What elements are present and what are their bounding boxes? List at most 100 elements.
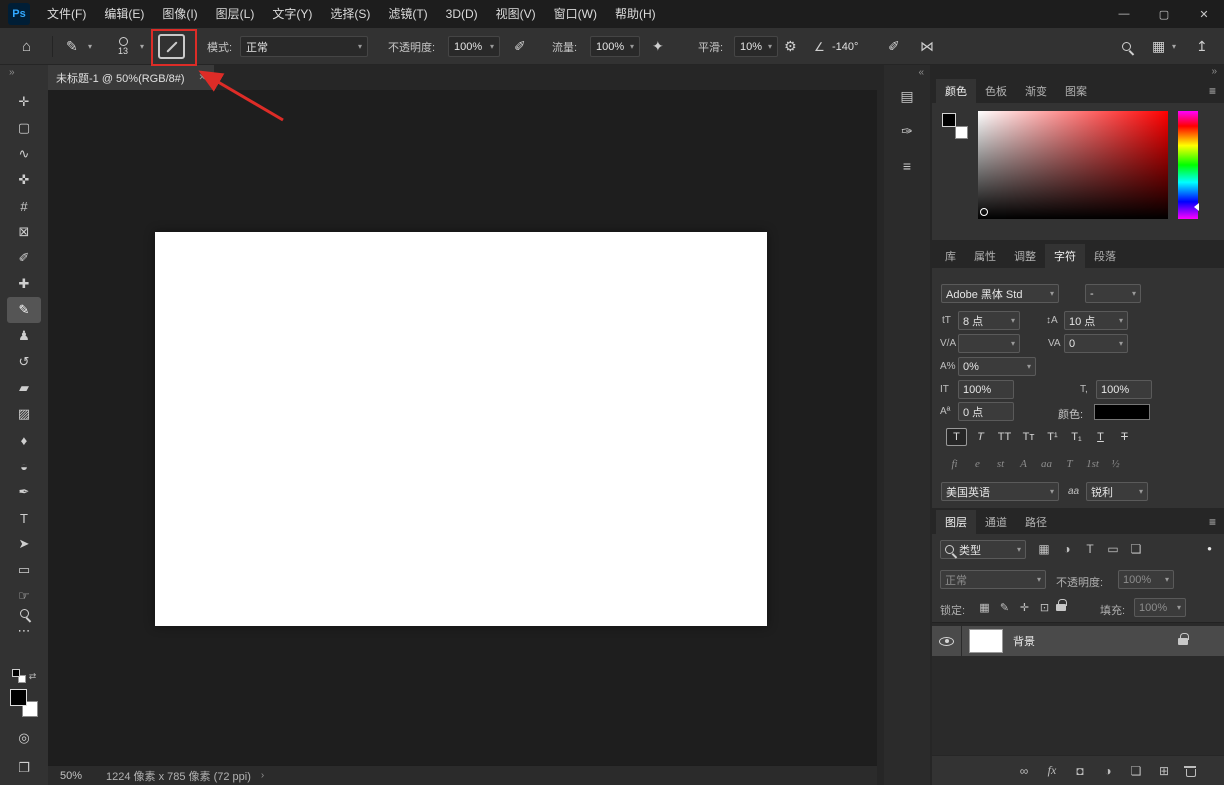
kerning-select[interactable]: ▾ — [958, 334, 1020, 353]
menu-edit[interactable]: 编辑(E) — [95, 0, 153, 28]
eraser-tool[interactable]: ▰ — [7, 375, 41, 401]
delete-layer-icon[interactable] — [1184, 764, 1196, 777]
brushes-panel-icon[interactable]: ▤ — [891, 83, 923, 109]
style-small-caps-button[interactable]: Tᴛ — [1018, 428, 1039, 446]
clone-stamp-tool[interactable]: ♟ — [7, 323, 41, 349]
style-strikethrough-button[interactable]: T — [1114, 428, 1135, 446]
strip-collapse-chevron-icon[interactable]: « — [918, 67, 923, 78]
leading-select[interactable]: 10 点 ▾ — [1064, 311, 1128, 330]
dodge-tool[interactable]: ◒ — [7, 453, 41, 479]
workspace-icon[interactable]: ▦ — [1152, 28, 1165, 65]
layer-filter-select[interactable]: 类型 ▾ — [940, 540, 1026, 559]
menu-layer[interactable]: 图层(L) — [207, 0, 264, 28]
zoom-tool[interactable] — [20, 609, 29, 618]
hand-tool[interactable]: ☞ — [7, 583, 41, 609]
color-picker-ring-icon[interactable] — [980, 208, 988, 216]
tab-character[interactable]: 字符 — [1045, 244, 1085, 268]
opacity-select[interactable]: 100% ▾ — [448, 36, 500, 57]
tab-paths[interactable]: 路径 — [1016, 510, 1056, 534]
mode-select[interactable]: 正常 ▾ — [240, 36, 368, 57]
properties-panel-icon[interactable]: ≡ — [891, 153, 923, 179]
default-colors-icon[interactable] — [12, 669, 26, 683]
gradient-tool[interactable]: ▨ — [7, 401, 41, 427]
menu-3d[interactable]: 3D(D) — [437, 0, 487, 28]
adjustment-layer-icon[interactable]: ◑ — [1100, 763, 1116, 779]
tab-gradients[interactable]: 渐变 — [1016, 79, 1056, 103]
menu-help[interactable]: 帮助(H) — [606, 0, 665, 28]
move-tool[interactable]: ✛ — [7, 89, 41, 115]
layer-opacity-select[interactable]: 100% ▾ — [1118, 570, 1174, 589]
zoom-level-field[interactable]: 50% — [60, 770, 106, 782]
tab-close-icon[interactable]: ✕ — [198, 72, 206, 83]
anti-alias-select[interactable]: 锐利 ▾ — [1086, 482, 1148, 501]
swap-colors-icon[interactable]: ⇄ — [29, 671, 37, 682]
menu-file[interactable]: 文件(F) — [38, 0, 95, 28]
eyedropper-tool[interactable]: ✐ — [7, 245, 41, 271]
blur-tool[interactable]: ♦ — [7, 427, 41, 453]
lock-pixels-icon[interactable]: ✎ — [996, 598, 1013, 616]
blend-mode-select[interactable]: 正常 ▾ — [940, 570, 1046, 589]
gear-icon[interactable]: ⚙ — [784, 28, 797, 65]
tab-layers[interactable]: 图层 — [936, 510, 976, 534]
tab-patterns[interactable]: 图案 — [1056, 79, 1096, 103]
link-layers-icon[interactable]: ∞ — [1016, 763, 1032, 779]
saturation-brightness-field[interactable] — [978, 111, 1168, 219]
share-icon[interactable]: ↥ — [1196, 28, 1208, 65]
tracking-select[interactable]: 0 ▾ — [1064, 334, 1128, 353]
smoothing-select[interactable]: 10% ▾ — [734, 36, 778, 57]
search-icon[interactable] — [1122, 28, 1131, 65]
tab-properties[interactable]: 属性 — [965, 244, 1005, 268]
opentype-fractions-button[interactable]: ½ — [1107, 456, 1124, 472]
tab-swatches[interactable]: 色板 — [976, 79, 1016, 103]
menu-view[interactable]: 视图(V) — [487, 0, 545, 28]
opentype-contextual-alternates-button[interactable]: e — [969, 456, 986, 472]
opentype-titling-alternates-button[interactable]: A — [1015, 456, 1032, 472]
new-group-icon[interactable]: ❏ — [1128, 763, 1144, 779]
filter-pixel-icon[interactable]: ▦ — [1034, 540, 1054, 558]
opentype-swash-button[interactable]: aa — [1038, 456, 1055, 472]
fill-select[interactable]: 100% ▾ — [1134, 598, 1186, 617]
filter-type-icon[interactable]: T — [1080, 540, 1100, 558]
airbrush-icon[interactable]: ✦ — [652, 28, 664, 65]
foreground-background-colors[interactable] — [10, 689, 38, 717]
style-all-caps-button[interactable]: TT — [994, 428, 1015, 446]
tool-preset-brush-icon[interactable]: ✎ — [66, 28, 78, 65]
language-select[interactable]: 美国英语 ▾ — [941, 482, 1059, 501]
brush-settings-panel-icon[interactable]: ✑ — [891, 118, 923, 144]
tool-preset-chevron-icon[interactable]: ▾ — [88, 28, 92, 65]
style-superscript-button[interactable]: T¹ — [1042, 428, 1063, 446]
panel-background-color-swatch[interactable] — [955, 126, 968, 139]
status-chevron-icon[interactable]: › — [261, 770, 264, 781]
foreground-color-swatch[interactable] — [10, 689, 27, 706]
style-underline-button[interactable]: T — [1090, 428, 1111, 446]
horizontal-type-tool[interactable]: T — [7, 505, 41, 531]
object-selection-tool[interactable]: ✜ — [7, 167, 41, 193]
layer-style-icon[interactable]: fx — [1044, 763, 1060, 779]
panel-foreground-color-swatch[interactable] — [942, 113, 956, 127]
crop-tool[interactable]: # — [7, 193, 41, 219]
opentype-ordinals-button[interactable]: 1st — [1084, 456, 1101, 472]
document-canvas[interactable] — [155, 232, 767, 626]
style-faux-italic-button[interactable]: T — [970, 428, 991, 446]
quick-mask-button[interactable]: ◎ — [7, 725, 41, 751]
maximize-button[interactable]: ▢ — [1144, 0, 1184, 28]
toolbar-expand-chevron-icon[interactable]: » — [9, 67, 14, 78]
flow-select[interactable]: 100% ▾ — [590, 36, 640, 57]
close-button[interactable]: ✕ — [1184, 0, 1224, 28]
menu-type[interactable]: 文字(Y) — [263, 0, 321, 28]
filter-shape-icon[interactable]: ▭ — [1103, 540, 1123, 558]
layer-thumbnail[interactable] — [969, 629, 1003, 653]
rectangular-marquee-tool[interactable]: ▢ — [7, 115, 41, 141]
workspace-chevron-icon[interactable]: ▾ — [1172, 28, 1176, 65]
opentype-stylistic-alternates-button[interactable]: st — [992, 456, 1009, 472]
menu-filter[interactable]: 滤镜(T) — [379, 0, 436, 28]
baseline-shift-field[interactable]: 0 点 — [958, 402, 1014, 421]
lock-all-icon[interactable] — [1056, 604, 1066, 611]
lock-transparent-icon[interactable]: ▦ — [976, 598, 993, 616]
lock-artboard-icon[interactable]: ⊡ — [1036, 598, 1053, 616]
font-style-select[interactable]: - ▾ — [1085, 284, 1141, 303]
tab-paragraph[interactable]: 段落 — [1085, 244, 1125, 268]
font-family-select[interactable]: Adobe 黑体 Std ▾ — [941, 284, 1059, 303]
angle-value[interactable]: -140° — [832, 28, 858, 65]
screen-mode-button[interactable]: ❐ — [7, 755, 41, 781]
